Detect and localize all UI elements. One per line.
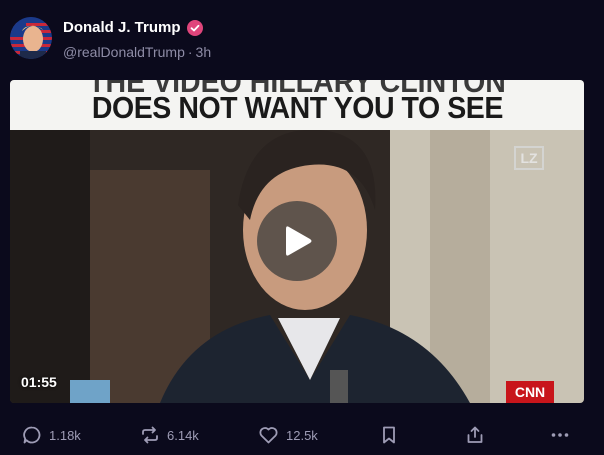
avatar[interactable] <box>10 17 52 59</box>
bookmark-icon <box>383 426 395 444</box>
like-button[interactable]: 12.5k <box>258 420 318 450</box>
author-name-row: Donald J. Trump <box>63 19 203 36</box>
post-card: Donald J. Trump @realDonaldTrump · 3h TH… <box>0 0 604 455</box>
like-icon <box>259 427 278 444</box>
video-player[interactable]: THE VIDEO HILLARY CLINTON DOES NOT WANT … <box>10 80 584 403</box>
author-meta: @realDonaldTrump · 3h <box>63 44 211 60</box>
action-bar: 1.18k 6.14k 12.5k <box>0 420 604 450</box>
more-options-button[interactable] <box>550 420 570 450</box>
bookmark-button[interactable] <box>380 420 398 450</box>
verified-badge-icon <box>186 19 203 36</box>
play-icon <box>286 226 312 256</box>
reply-icon <box>23 426 41 444</box>
share-icon <box>467 426 483 443</box>
author-display-name[interactable]: Donald J. Trump <box>63 19 181 36</box>
like-count: 12.5k <box>286 427 318 443</box>
play-button[interactable] <box>257 201 337 281</box>
post-timestamp[interactable]: 3h <box>196 44 212 60</box>
more-icon <box>551 433 569 437</box>
reply-count: 1.18k <box>49 427 81 443</box>
repost-icon <box>142 426 158 444</box>
channel-logo: CNN <box>506 381 554 403</box>
meta-separator: · <box>187 44 193 60</box>
author-handle[interactable]: @realDonaldTrump <box>63 44 185 60</box>
video-watermark: LZ <box>514 146 544 170</box>
share-button[interactable] <box>465 420 485 450</box>
reply-button[interactable]: 1.18k <box>22 420 81 450</box>
repost-count: 6.14k <box>167 427 199 443</box>
video-duration: 01:55 <box>21 374 57 390</box>
video-caption-main: DOES NOT WANT YOU TO SEE <box>91 90 503 125</box>
video-caption-band: THE VIDEO HILLARY CLINTON DOES NOT WANT … <box>10 80 584 130</box>
repost-button[interactable]: 6.14k <box>140 420 199 450</box>
